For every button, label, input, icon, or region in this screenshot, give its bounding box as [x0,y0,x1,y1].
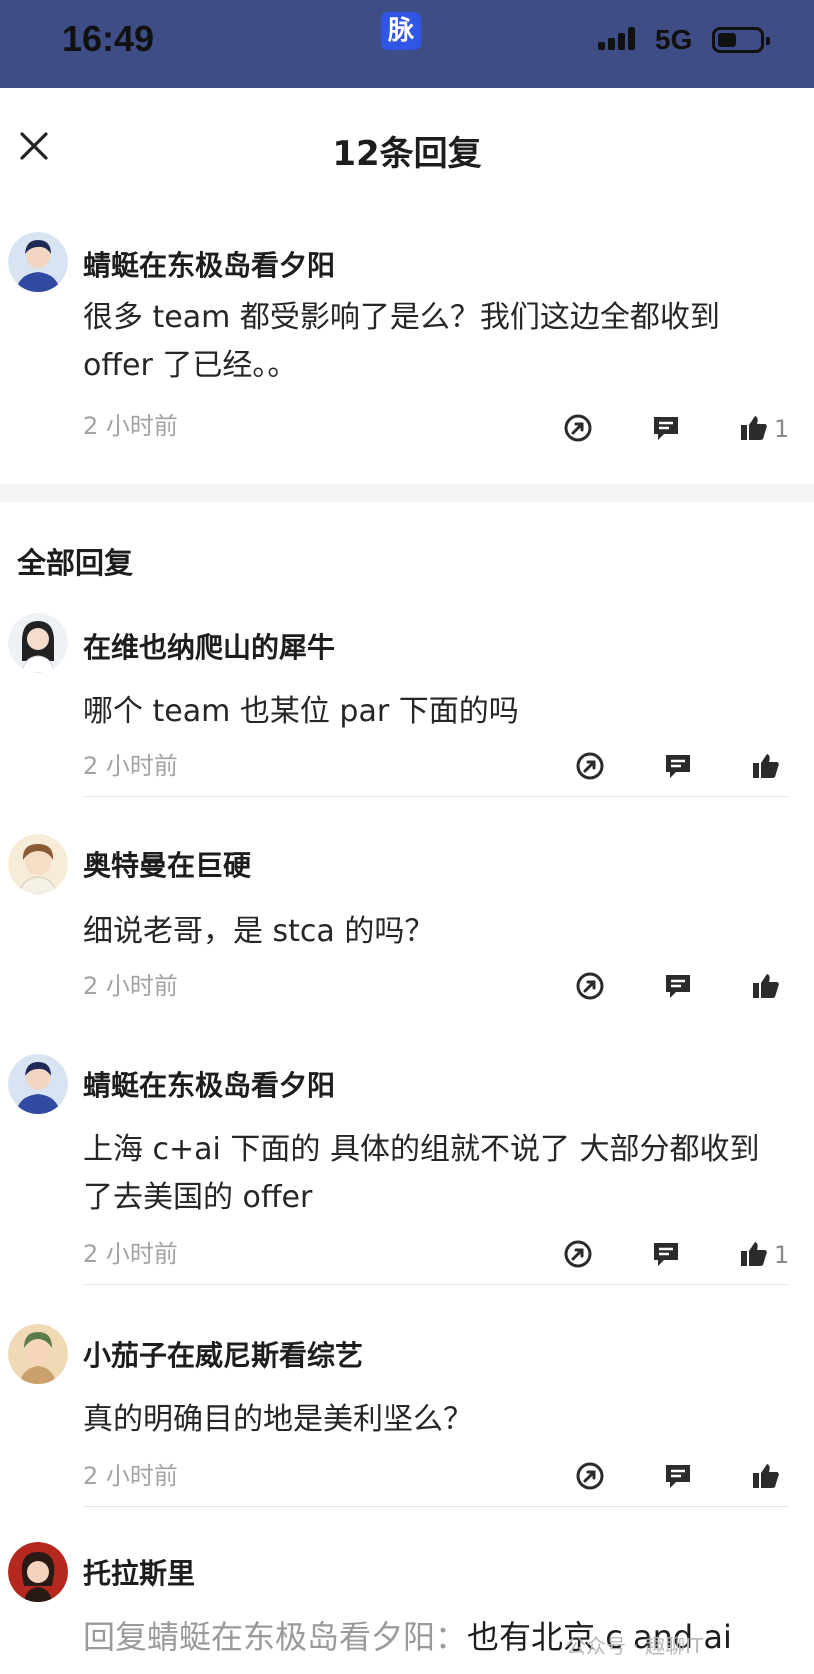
reply-prefix[interactable]: 回复蜻蜓在东极岛看夕阳： [83,1618,467,1656]
comment-content: 上海 c+ai 下面的 具体的组就不说了 大部分都收到了去美国的 offer [83,1132,760,1215]
like-count: 1 [774,1241,790,1269]
divider [83,1284,789,1285]
comment-author[interactable]: 蜻蜓在东极岛看夕阳 [83,1064,335,1104]
like-icon[interactable] [750,1460,784,1494]
like-icon[interactable] [750,750,784,784]
comment-author[interactable]: 托拉斯里 [83,1552,195,1592]
like-icon[interactable] [738,412,772,446]
comment-author[interactable]: 奥特曼在巨硬 [83,844,251,884]
comment-actions [0,750,814,790]
list-item: 蜻蜓在东极岛看夕阳 上海 c+ai 下面的 具体的组就不说了 大部分都收到了去美… [0,1040,814,1290]
divider [83,796,789,797]
header: 12条回复 [0,88,814,210]
comment-icon[interactable] [650,412,684,446]
list-item: 在维也纳爬山的犀牛 哪个 team 也某位 par 下面的吗 2 小时前 [0,600,814,800]
share-icon[interactable] [562,412,596,446]
comment-actions: 1 [0,412,814,452]
comment-author[interactable]: 蜻蜓在东极岛看夕阳 [83,244,335,284]
share-icon[interactable] [574,970,608,1004]
comment-icon[interactable] [662,970,696,1004]
comment-content: 很多 team 都受影响了是么？我们这边全都收到 offer 了已经。。 [83,300,720,383]
signal-icon [598,26,644,50]
like-icon[interactable] [738,1238,772,1272]
list-item: 奥特曼在巨硬 细说老哥，是 stca 的吗？ 2 小时前 [0,820,814,1020]
network-type: 5G [655,24,693,55]
page-title: 12条回复 [332,134,482,174]
comment-icon[interactable] [650,1238,684,1272]
comment-content: 细说老哥，是 stca 的吗？ [83,914,435,949]
avatar[interactable] [8,1542,68,1602]
comment-content: 真的明确目的地是美利坚么？ [83,1402,473,1437]
comment-icon[interactable] [662,1460,696,1494]
status-time: 16:49 [62,18,155,59]
list-item: 小茄子在威尼斯看综艺 真的明确目的地是美利坚么？ 2 小时前 [0,1310,814,1510]
divider [83,1506,789,1507]
section-divider [0,484,814,502]
comment-actions [0,970,814,1010]
avatar[interactable] [8,1054,68,1114]
share-icon[interactable] [562,1238,596,1272]
like-icon[interactable] [750,970,784,1004]
status-bar: 16:49 脉 5G [0,0,814,88]
avatar[interactable] [8,1324,68,1384]
watermark: 公众号 · 趣聊IT [566,1634,704,1658]
comment-icon[interactable] [662,750,696,784]
avatar[interactable] [8,232,68,292]
like-count: 1 [774,415,790,443]
comment-content: 哪个 team 也某位 par 下面的吗 [83,694,519,729]
share-icon[interactable] [574,750,608,784]
avatar[interactable] [8,834,68,894]
main-comment: 蜻蜓在东极岛看夕阳 很多 team 都受影响了是么？我们这边全都收到 offer… [0,210,814,484]
battery-icon [712,27,770,53]
avatar[interactable] [8,613,68,673]
comment-author[interactable]: 小茄子在威尼斯看综艺 [83,1334,363,1374]
comment-author[interactable]: 在维也纳爬山的犀牛 [83,626,335,666]
comment-actions [0,1460,814,1500]
app-logo-icon: 脉 [381,12,421,50]
comment-actions: 1 [0,1238,814,1278]
section-title: 全部回复 [17,546,134,580]
share-icon[interactable] [574,1460,608,1494]
